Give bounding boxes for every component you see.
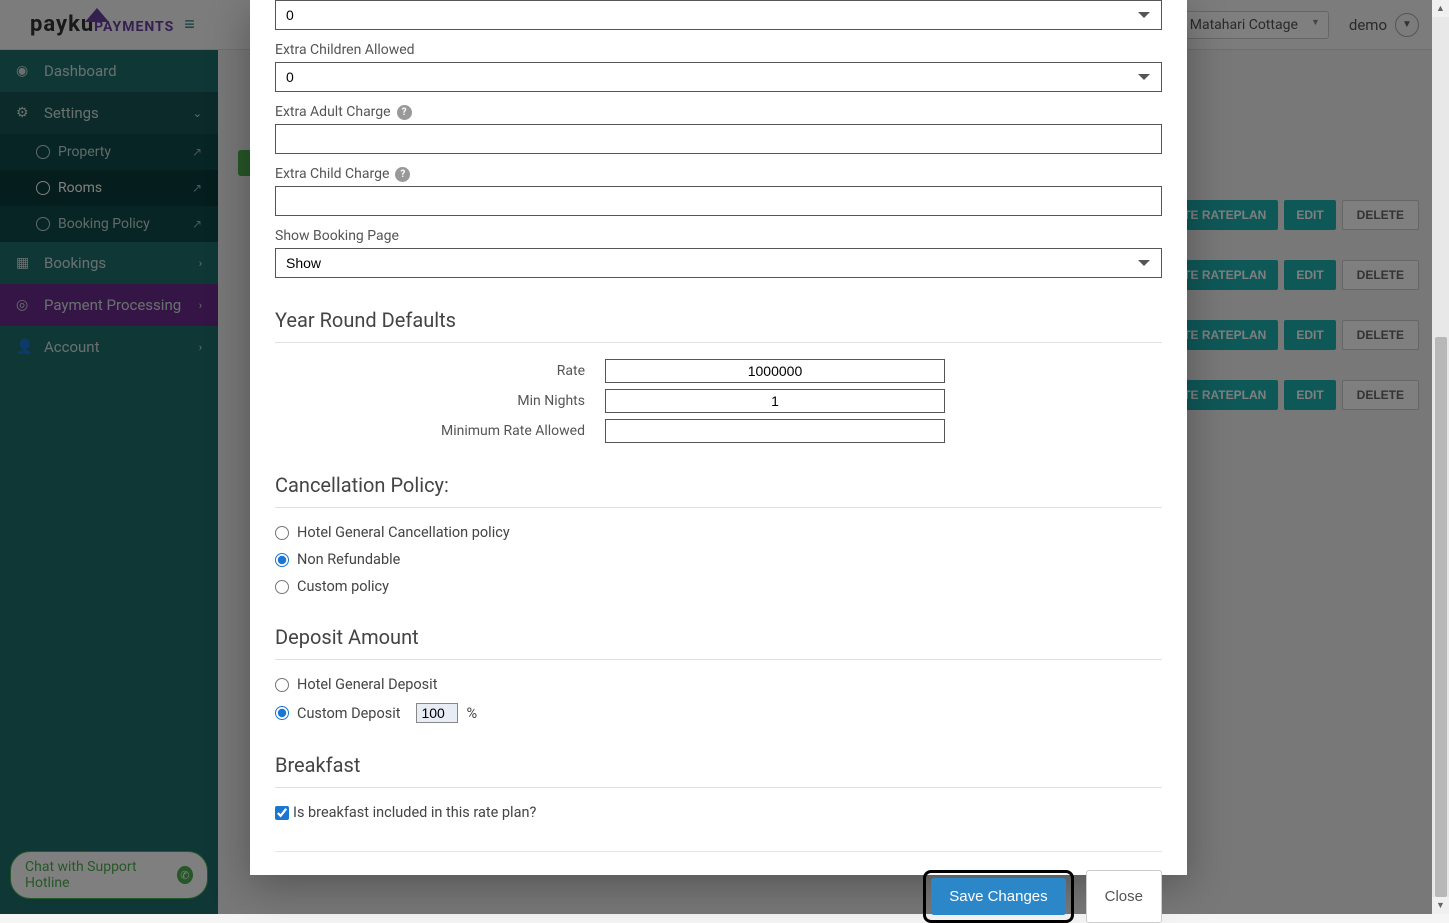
cancellation-heading: Cancellation Policy: (275, 473, 1162, 497)
extra-adult-charge-input[interactable] (275, 124, 1162, 154)
deposit-general-label: Hotel General Deposit (297, 676, 437, 693)
breakfast-label: Is breakfast included in this rate plan? (293, 804, 536, 821)
show-booking-label: Show Booking Page (275, 228, 1162, 244)
help-icon[interactable]: ? (397, 105, 412, 120)
cancel-nonrefundable-radio[interactable] (275, 553, 289, 567)
extra-adults-select[interactable]: 0 (275, 0, 1162, 30)
deposit-general-radio[interactable] (275, 678, 289, 692)
breakfast-checkbox[interactable] (275, 806, 289, 820)
min-nights-input[interactable] (605, 389, 945, 413)
cancel-nonrefundable-label: Non Refundable (297, 551, 400, 568)
rate-input[interactable] (605, 359, 945, 383)
cancel-custom-label: Custom policy (297, 578, 389, 595)
extra-child-charge-input[interactable] (275, 186, 1162, 216)
deposit-percent-symbol: % (466, 705, 477, 722)
min-nights-label: Min Nights (275, 393, 605, 409)
cancel-general-label: Hotel General Cancellation policy (297, 524, 510, 541)
deposit-heading: Deposit Amount (275, 625, 1162, 649)
year-round-heading: Year Round Defaults (275, 308, 1162, 332)
save-changes-button[interactable]: Save Changes (931, 878, 1065, 915)
deposit-custom-radio[interactable] (275, 706, 289, 720)
deposit-percent-input[interactable] (416, 703, 458, 723)
scroll-thumb[interactable] (1435, 337, 1447, 897)
page-scrollbar[interactable]: ▲ ▼ (1432, 0, 1449, 914)
save-highlight-box: Save Changes (923, 870, 1073, 923)
extra-child-charge-label: Extra Child Charge ? (275, 166, 1162, 182)
cancel-general-radio[interactable] (275, 526, 289, 540)
scroll-up-icon[interactable]: ▲ (1432, 0, 1449, 17)
deposit-custom-label: Custom Deposit (297, 705, 400, 722)
divider (275, 507, 1162, 508)
divider (275, 659, 1162, 660)
cancel-custom-radio[interactable] (275, 580, 289, 594)
help-icon[interactable]: ? (395, 167, 410, 182)
min-rate-input[interactable] (605, 419, 945, 443)
scroll-down-icon[interactable]: ▼ (1432, 897, 1449, 914)
show-booking-select[interactable]: Show (275, 248, 1162, 278)
divider (275, 342, 1162, 343)
rate-label: Rate (275, 363, 605, 379)
extra-children-select[interactable]: 0 (275, 62, 1162, 92)
divider (275, 787, 1162, 788)
close-modal-button[interactable]: Close (1086, 870, 1162, 923)
breakfast-heading: Breakfast (275, 753, 1162, 777)
rateplan-modal: 0 Extra Children Allowed 0 Extra Adult C… (250, 0, 1187, 875)
extra-children-label: Extra Children Allowed (275, 42, 1162, 58)
min-rate-label: Minimum Rate Allowed (275, 423, 605, 439)
extra-adult-charge-label: Extra Adult Charge ? (275, 104, 1162, 120)
